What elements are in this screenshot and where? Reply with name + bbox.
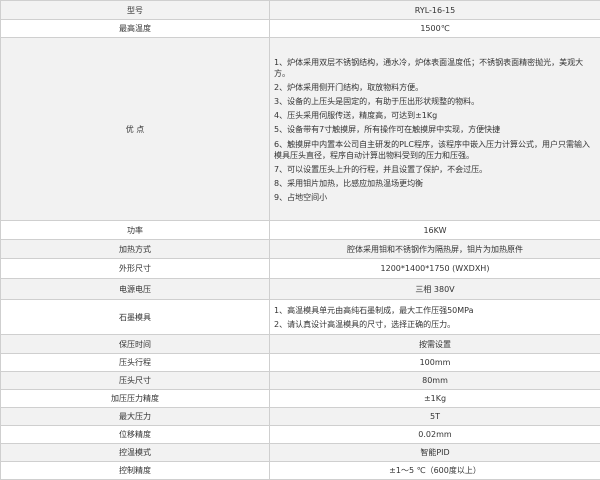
row-ram-size: 压头尺寸 80mm [1,372,600,390]
advantage-item: 9、占地空间小 [274,190,596,204]
row-pressure-accuracy: 加压压力精度 ±1Kg [1,390,600,408]
row-value: 5T [270,408,600,426]
advantage-item: 1、炉体采用双层不锈钢结构，通水冷，炉体表面温度低；不锈钢表面精密抛光，美观大方… [274,55,596,80]
row-dimensions: 外形尺寸 1200*1400*1750 (WXDXH) [1,259,600,279]
row-model: 型号 RYL-16-15 [1,1,600,20]
row-max-pressure: 最大压力 5T [1,408,600,426]
row-value: 1200*1400*1750 (WXDXH) [270,259,600,279]
row-value: 按需设置 [270,335,600,354]
row-temperature-control-mode: 控温模式 智能PID [1,444,600,462]
row-label: 位移精度 [1,426,270,444]
row-hold-time: 保压时间 按需设置 [1,335,600,354]
row-value: 三相 380V [270,279,600,300]
row-value: RYL-16-15 [270,1,600,20]
advantage-item: 6、触摸屏中内置本公司自主研发的PLC程序，该程序中嵌入压力计算公式，用户只需输… [274,136,596,162]
row-advantages: 优 点 1、炉体采用双层不锈钢结构，通水冷，炉体表面温度低；不锈钢表面精密抛光，… [1,38,600,221]
spec-table: 型号 RYL-16-15 最高温度 1500℃ 优 点 1、炉体采用双层不锈钢结… [0,0,600,480]
advantage-item: 8、采用钼片加热，比感应加热温场更均衡 [274,176,596,190]
row-label: 控温模式 [1,444,270,462]
row-value: 80mm [270,372,600,390]
row-value: 1500℃ [270,20,600,38]
row-ram-stroke: 压头行程 100mm [1,354,600,372]
row-label: 控制精度 [1,462,270,480]
graphite-mold-list: 1、高温模具单元由高纯石墨制成，最大工作压强50MPa 2、请认真设计高温模具的… [270,300,600,335]
row-label: 外形尺寸 [1,259,270,279]
row-label: 电源电压 [1,279,270,300]
row-graphite-mold: 石墨模具 1、高温模具单元由高纯石墨制成，最大工作压强50MPa 2、请认真设计… [1,300,600,335]
row-value: ±1Kg [270,390,600,408]
advantage-item: 5、设备带有7寸触摸屏，所有操作可在触摸屏中实现，方便快捷 [274,122,596,136]
mold-item: 1、高温模具单元由高纯石墨制成，最大工作压强50MPa [274,303,596,317]
row-label: 最大压力 [1,408,270,426]
row-max-temperature: 最高温度 1500℃ [1,20,600,38]
row-label: 石墨模具 [1,300,270,335]
row-value: 腔体采用钼和不锈钢作为隔热屏，钼片为加热原件 [270,240,600,259]
row-label: 型号 [1,1,270,20]
advantage-item: 7、可以设置压头上升的行程，并且设置了保护，不会过压。 [274,162,596,176]
mold-item: 2、请认真设计高温模具的尺寸，选择正确的压力。 [274,317,596,331]
advantage-item: 3、设备的上压头是固定的，有助于压出形状规整的物料。 [274,94,596,108]
row-label: 加压压力精度 [1,390,270,408]
row-value: 100mm [270,354,600,372]
row-power: 功率 16KW [1,221,600,240]
row-value: 0.02mm [270,426,600,444]
advantage-item: 4、压头采用伺服传送，精度高，可达到±1Kg [274,108,596,122]
row-label: 压头尺寸 [1,372,270,390]
row-supply-voltage: 电源电压 三相 380V [1,279,600,300]
row-label: 保压时间 [1,335,270,354]
row-heating-method: 加热方式 腔体采用钼和不锈钢作为隔热屏，钼片为加热原件 [1,240,600,259]
advantages-list: 1、炉体采用双层不锈钢结构，通水冷，炉体表面温度低；不锈钢表面精密抛光，美观大方… [270,38,600,221]
row-value: 智能PID [270,444,600,462]
row-label: 压头行程 [1,354,270,372]
row-label: 功率 [1,221,270,240]
advantage-item: 2、炉体采用侧开门结构，取放物料方便。 [274,80,596,94]
row-label: 优 点 [1,38,270,221]
row-value: 16KW [270,221,600,240]
row-label: 最高温度 [1,20,270,38]
row-control-accuracy: 控制精度 ±1～5 ℃（600度以上） [1,462,600,480]
row-displacement-accuracy: 位移精度 0.02mm [1,426,600,444]
row-value: ±1～5 ℃（600度以上） [270,462,600,480]
row-label: 加热方式 [1,240,270,259]
